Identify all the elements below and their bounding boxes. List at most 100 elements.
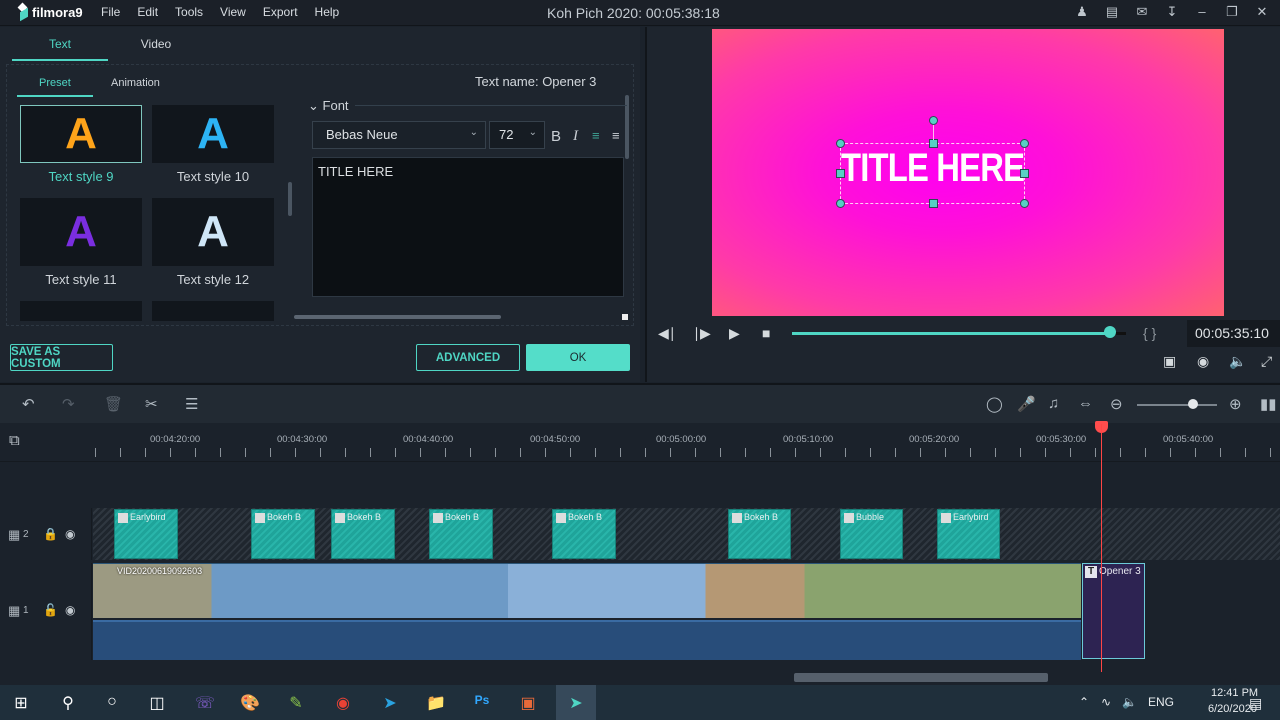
style-card-12[interactable]: A Text style 12 xyxy=(152,198,274,287)
style-card-14[interactable] xyxy=(152,301,274,321)
style-card-10[interactable]: A Text style 10 xyxy=(152,105,274,184)
microphone-icon[interactable]: 🎤 xyxy=(1017,395,1036,413)
paint-icon[interactable]: 🎨 xyxy=(238,693,262,713)
playback-knob[interactable] xyxy=(1104,326,1116,338)
ok-button[interactable]: OK xyxy=(526,344,630,371)
windows-start-icon[interactable]: ⊞ xyxy=(9,693,33,713)
render-settings-icon[interactable]: ▣ xyxy=(1163,353,1176,370)
playback-progress[interactable] xyxy=(792,332,1112,335)
effect-clip[interactable]: Bokeh B xyxy=(331,509,395,559)
effect-clip[interactable]: Bokeh B xyxy=(429,509,493,559)
add-track-icon[interactable]: ⧉ xyxy=(9,432,20,449)
notepad-icon[interactable]: ✎ xyxy=(284,693,308,713)
mark-in-out-icon[interactable]: { } xyxy=(1143,325,1156,341)
snapshot-icon[interactable]: ◉ xyxy=(1197,353,1209,370)
selection-box[interactable] xyxy=(836,116,1029,208)
redo-icon[interactable]: ↷ xyxy=(62,395,75,413)
tab-text[interactable]: Text xyxy=(12,37,108,61)
panel-toggle-icon[interactable]: ▮▮ xyxy=(1260,395,1277,413)
resize-handle[interactable] xyxy=(836,139,845,148)
cut-icon[interactable]: ✂ xyxy=(145,395,158,413)
account-icon[interactable]: ♟ xyxy=(1074,4,1090,20)
zoom-slider-knob[interactable] xyxy=(1188,399,1198,409)
resize-handle[interactable] xyxy=(622,314,628,320)
language-indicator[interactable]: ENG xyxy=(1148,695,1174,709)
viber-icon[interactable]: ☏ xyxy=(193,693,217,713)
effect-clip[interactable]: Bokeh B xyxy=(728,509,791,559)
restore-icon[interactable]: ❐ xyxy=(1224,4,1240,20)
effect-clip[interactable]: Earlybird xyxy=(937,509,1000,559)
photoshop-icon[interactable]: Ps xyxy=(470,693,494,707)
menu-tools[interactable]: Tools xyxy=(175,5,203,19)
subtab-animation[interactable]: Animation xyxy=(93,77,169,97)
resize-handle[interactable] xyxy=(836,169,845,178)
styles-scrollbar[interactable] xyxy=(288,182,292,216)
undo-icon[interactable]: ↶ xyxy=(22,395,35,413)
resize-handle[interactable] xyxy=(929,139,938,148)
menu-view[interactable]: View xyxy=(220,5,246,19)
resize-handle[interactable] xyxy=(1020,199,1029,208)
resize-handle[interactable] xyxy=(929,199,938,208)
title-clip[interactable]: T Opener 3 xyxy=(1082,563,1145,659)
video-clip[interactable]: VID20200619092603 xyxy=(93,563,1081,618)
close-icon[interactable]: ✕ xyxy=(1254,4,1270,20)
tab-video[interactable]: Video xyxy=(108,37,204,61)
delete-icon[interactable]: 🗑 xyxy=(104,395,123,413)
prev-frame-icon[interactable]: ◀∣ xyxy=(658,325,676,342)
menu-edit[interactable]: Edit xyxy=(137,5,158,19)
save-icon[interactable]: ▤ xyxy=(1104,4,1120,20)
preview-canvas[interactable]: TITLE HERE xyxy=(712,29,1224,316)
eye-icon[interactable]: ◉ xyxy=(65,527,75,541)
menu-file[interactable]: File xyxy=(101,5,120,19)
advanced-button[interactable]: ADVANCED xyxy=(416,344,520,371)
zoom-in-icon[interactable]: ⊕ xyxy=(1229,395,1242,413)
fullscreen-icon[interactable]: ⤢ xyxy=(1261,353,1272,370)
marker-icon[interactable]: ◯ xyxy=(986,395,1003,413)
bold-button[interactable]: B xyxy=(551,128,561,145)
speaker-icon[interactable]: 🔈 xyxy=(1122,695,1137,709)
office-icon[interactable]: ▣ xyxy=(516,693,540,713)
fit-timeline-icon[interactable]: ⇔ xyxy=(1078,395,1093,412)
style-card-13[interactable] xyxy=(20,301,142,321)
chrome-icon[interactable]: ◉ xyxy=(331,693,355,713)
save-as-custom-button[interactable]: SAVE AS CUSTOM xyxy=(10,344,113,371)
effect-clip[interactable]: Bokeh B xyxy=(251,509,315,559)
lock-icon[interactable]: 🔒 xyxy=(43,527,58,541)
minimize-icon[interactable]: – xyxy=(1194,4,1210,20)
wifi-icon[interactable]: ∿ xyxy=(1101,695,1111,709)
effect-clip[interactable]: Bokeh B xyxy=(552,509,616,559)
align-center-icon[interactable]: ≡ xyxy=(612,128,620,143)
resize-handle[interactable] xyxy=(1020,169,1029,178)
stop-icon[interactable]: ■ xyxy=(762,325,770,341)
style-card-11[interactable]: A Text style 11 xyxy=(20,198,142,287)
resize-handle[interactable] xyxy=(836,199,845,208)
filmora-taskbar-icon[interactable]: ➤ xyxy=(556,685,596,720)
style-card-9[interactable]: A Text style 9 xyxy=(20,105,142,184)
zoom-out-icon[interactable]: ⊖ xyxy=(1110,395,1123,413)
unlock-icon[interactable]: 🔓 xyxy=(43,603,58,617)
telegram-icon[interactable]: ➤ xyxy=(378,693,402,713)
file-explorer-icon[interactable]: 📁 xyxy=(424,693,448,713)
mail-icon[interactable]: ✉ xyxy=(1134,4,1150,20)
audio-mixer-icon[interactable]: ♫ xyxy=(1048,395,1059,412)
audio-clip[interactable] xyxy=(93,620,1081,660)
volume-icon[interactable]: 🔈 xyxy=(1229,353,1246,370)
effect-clip[interactable]: Earlybird xyxy=(114,509,178,559)
menu-export[interactable]: Export xyxy=(263,5,298,19)
subtab-preset[interactable]: Preset xyxy=(17,77,93,97)
font-section-header[interactable]: ⌄ Font xyxy=(308,98,349,114)
align-left-icon[interactable]: ≡ xyxy=(592,128,600,143)
search-icon[interactable]: ⚲ xyxy=(56,693,80,713)
menu-help[interactable]: Help xyxy=(315,5,340,19)
font-size-select[interactable]: 72 ⌄ xyxy=(489,121,545,149)
text-content-input[interactable]: TITLE HERE xyxy=(312,157,624,297)
effect-clip[interactable]: Bubble xyxy=(840,509,903,559)
cortana-icon[interactable]: ○ xyxy=(100,693,124,711)
italic-button[interactable]: I xyxy=(573,128,578,145)
zoom-slider-track[interactable] xyxy=(1137,404,1217,406)
download-icon[interactable]: ↧ xyxy=(1164,4,1180,20)
resize-handle[interactable] xyxy=(1020,139,1029,148)
task-view-icon[interactable]: ◫ xyxy=(145,693,169,713)
rotate-handle[interactable] xyxy=(929,116,938,125)
playhead[interactable] xyxy=(1101,424,1102,672)
